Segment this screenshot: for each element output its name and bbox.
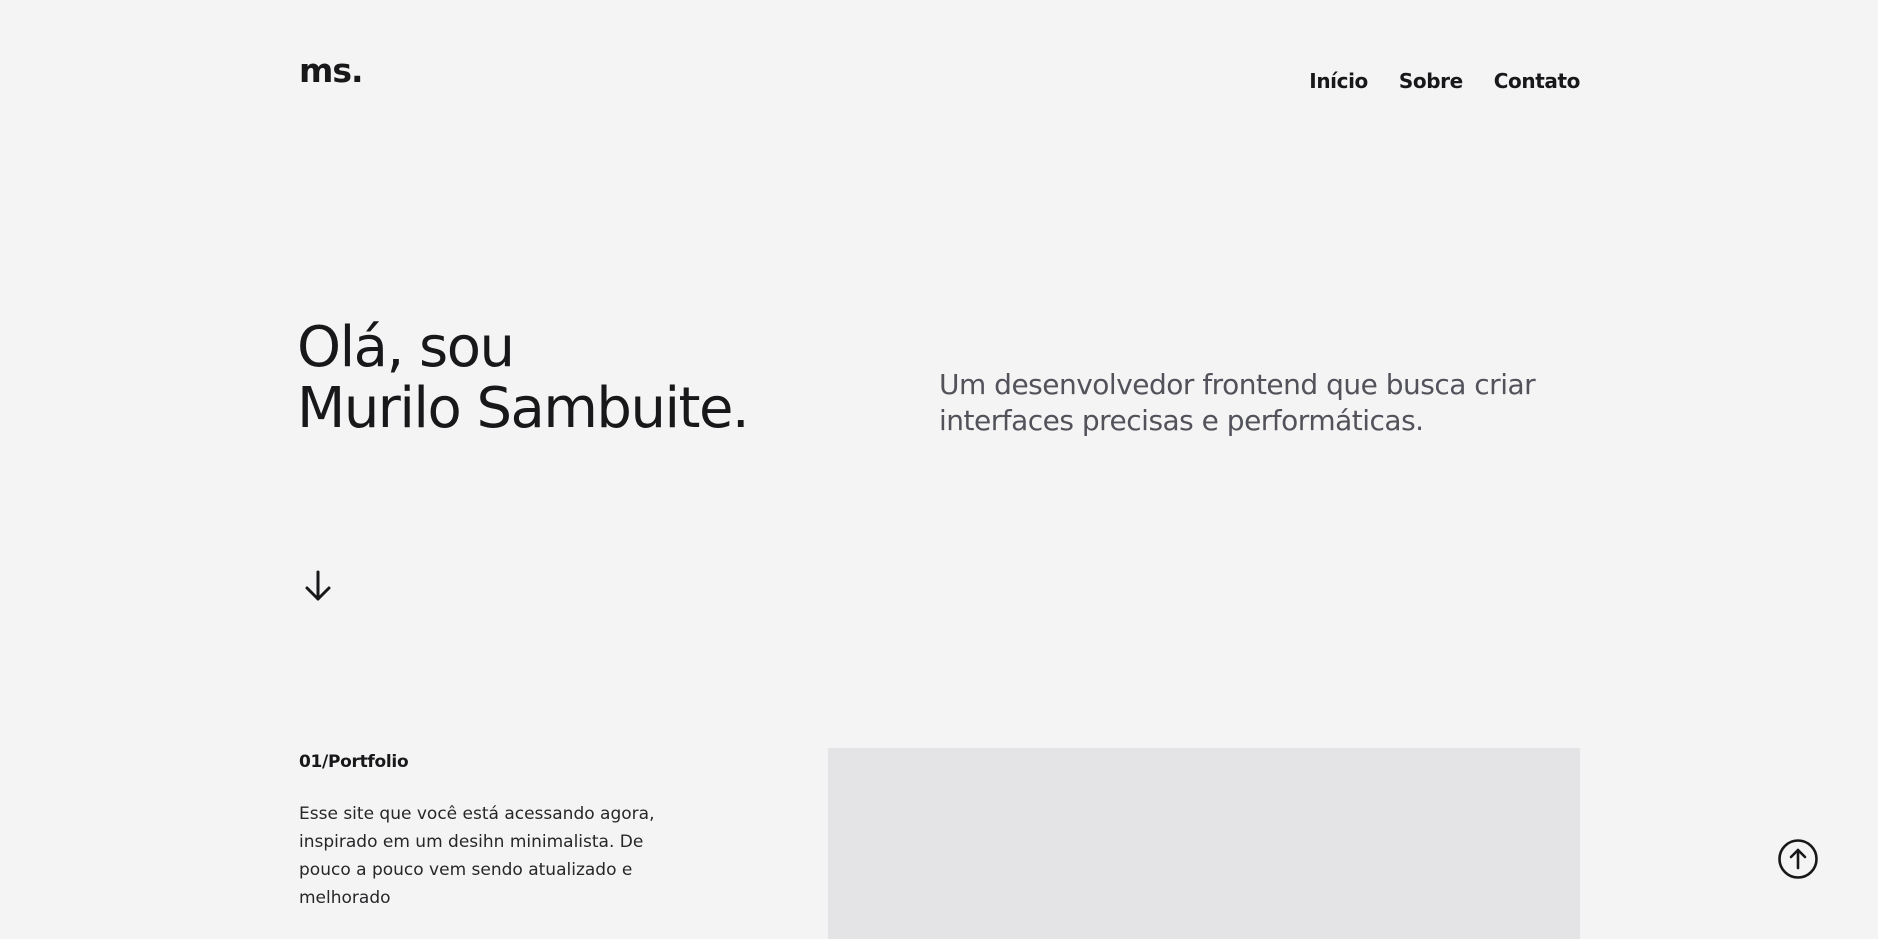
nav-link-sobre[interactable]: Sobre [1399, 69, 1463, 93]
arrow-down-icon[interactable] [300, 568, 336, 604]
portfolio-section-label: 01/Portfolio [299, 752, 409, 772]
portfolio-description: Esse site que você está acessando agora,… [299, 804, 655, 908]
nav-link-inicio[interactable]: Início [1309, 69, 1368, 93]
hero-title-line-2: Murilo Sambuite. [297, 376, 750, 441]
arrow-up-circle-icon[interactable] [1777, 838, 1819, 880]
page: ms. Início Sobre Contato Olá, sou Murilo… [0, 0, 1878, 939]
logo[interactable]: ms. [299, 54, 364, 87]
hero-title-line-1: Olá, sou [297, 315, 515, 380]
portfolio-image-placeholder [828, 748, 1580, 939]
main-nav: Início Sobre Contato [1309, 69, 1580, 93]
nav-link-contato[interactable]: Contato [1494, 69, 1581, 93]
hero-title: Olá, sou Murilo Sambuite. [297, 315, 750, 441]
hero-description: Um desenvolvedor frontend que busca cria… [939, 368, 1536, 437]
